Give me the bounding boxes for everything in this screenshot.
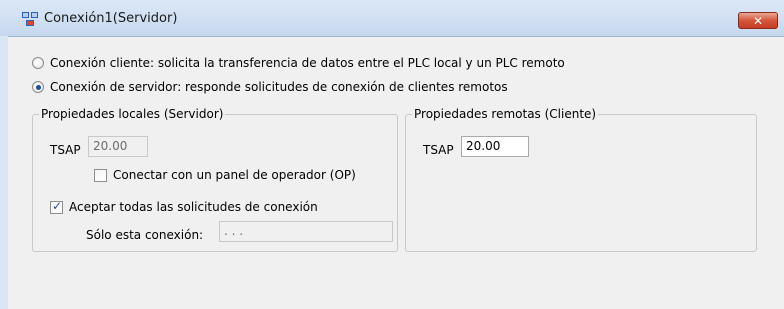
left-edge	[0, 36, 8, 309]
client-option-label: Conexión cliente: solicita la transferen…	[50, 56, 565, 70]
op-panel-checkbox[interactable]	[94, 168, 107, 182]
only-connection-field[interactable]: . . .	[219, 221, 393, 242]
client-radio[interactable]	[32, 57, 44, 69]
dialog-window: Conexión1(Servidor) ✕ Conexión cliente: …	[0, 0, 784, 309]
local-tsap-field[interactable]: 20.00	[88, 136, 148, 157]
accept-all-option[interactable]: Aceptar todas las solicitudes de conexió…	[50, 198, 318, 216]
accept-all-checkbox[interactable]	[50, 199, 63, 214]
server-option-label: Conexión de servidor: responde solicitud…	[50, 80, 508, 94]
accept-all-label: Aceptar todas las solicitudes de conexió…	[69, 200, 318, 214]
remote-tsap-field[interactable]: 20.00	[461, 136, 529, 157]
local-properties-legend: Propiedades locales (Servidor)	[39, 107, 226, 121]
op-panel-label: Conectar con un panel de operador (OP)	[113, 168, 356, 182]
title-bar[interactable]: Conexión1(Servidor) ✕	[0, 0, 784, 37]
remote-tsap-label: TSAP	[423, 143, 454, 157]
only-connection-label: Sólo esta conexión:	[86, 228, 204, 242]
server-connection-option[interactable]: Conexión de servidor: responde solicitud…	[32, 79, 508, 95]
client-connection-option[interactable]: Conexión cliente: solicita la transferen…	[32, 55, 565, 71]
server-radio[interactable]	[32, 81, 44, 93]
op-panel-option[interactable]: Conectar con un panel de operador (OP)	[94, 166, 356, 184]
remote-properties-group: Propiedades remotas (Cliente)	[405, 107, 757, 252]
network-connection-icon	[22, 12, 38, 26]
close-button[interactable]: ✕	[738, 12, 778, 29]
local-tsap-label: TSAP	[50, 143, 81, 157]
window-title: Conexión1(Servidor)	[44, 11, 178, 26]
remote-properties-legend: Propiedades remotas (Cliente)	[412, 107, 599, 121]
